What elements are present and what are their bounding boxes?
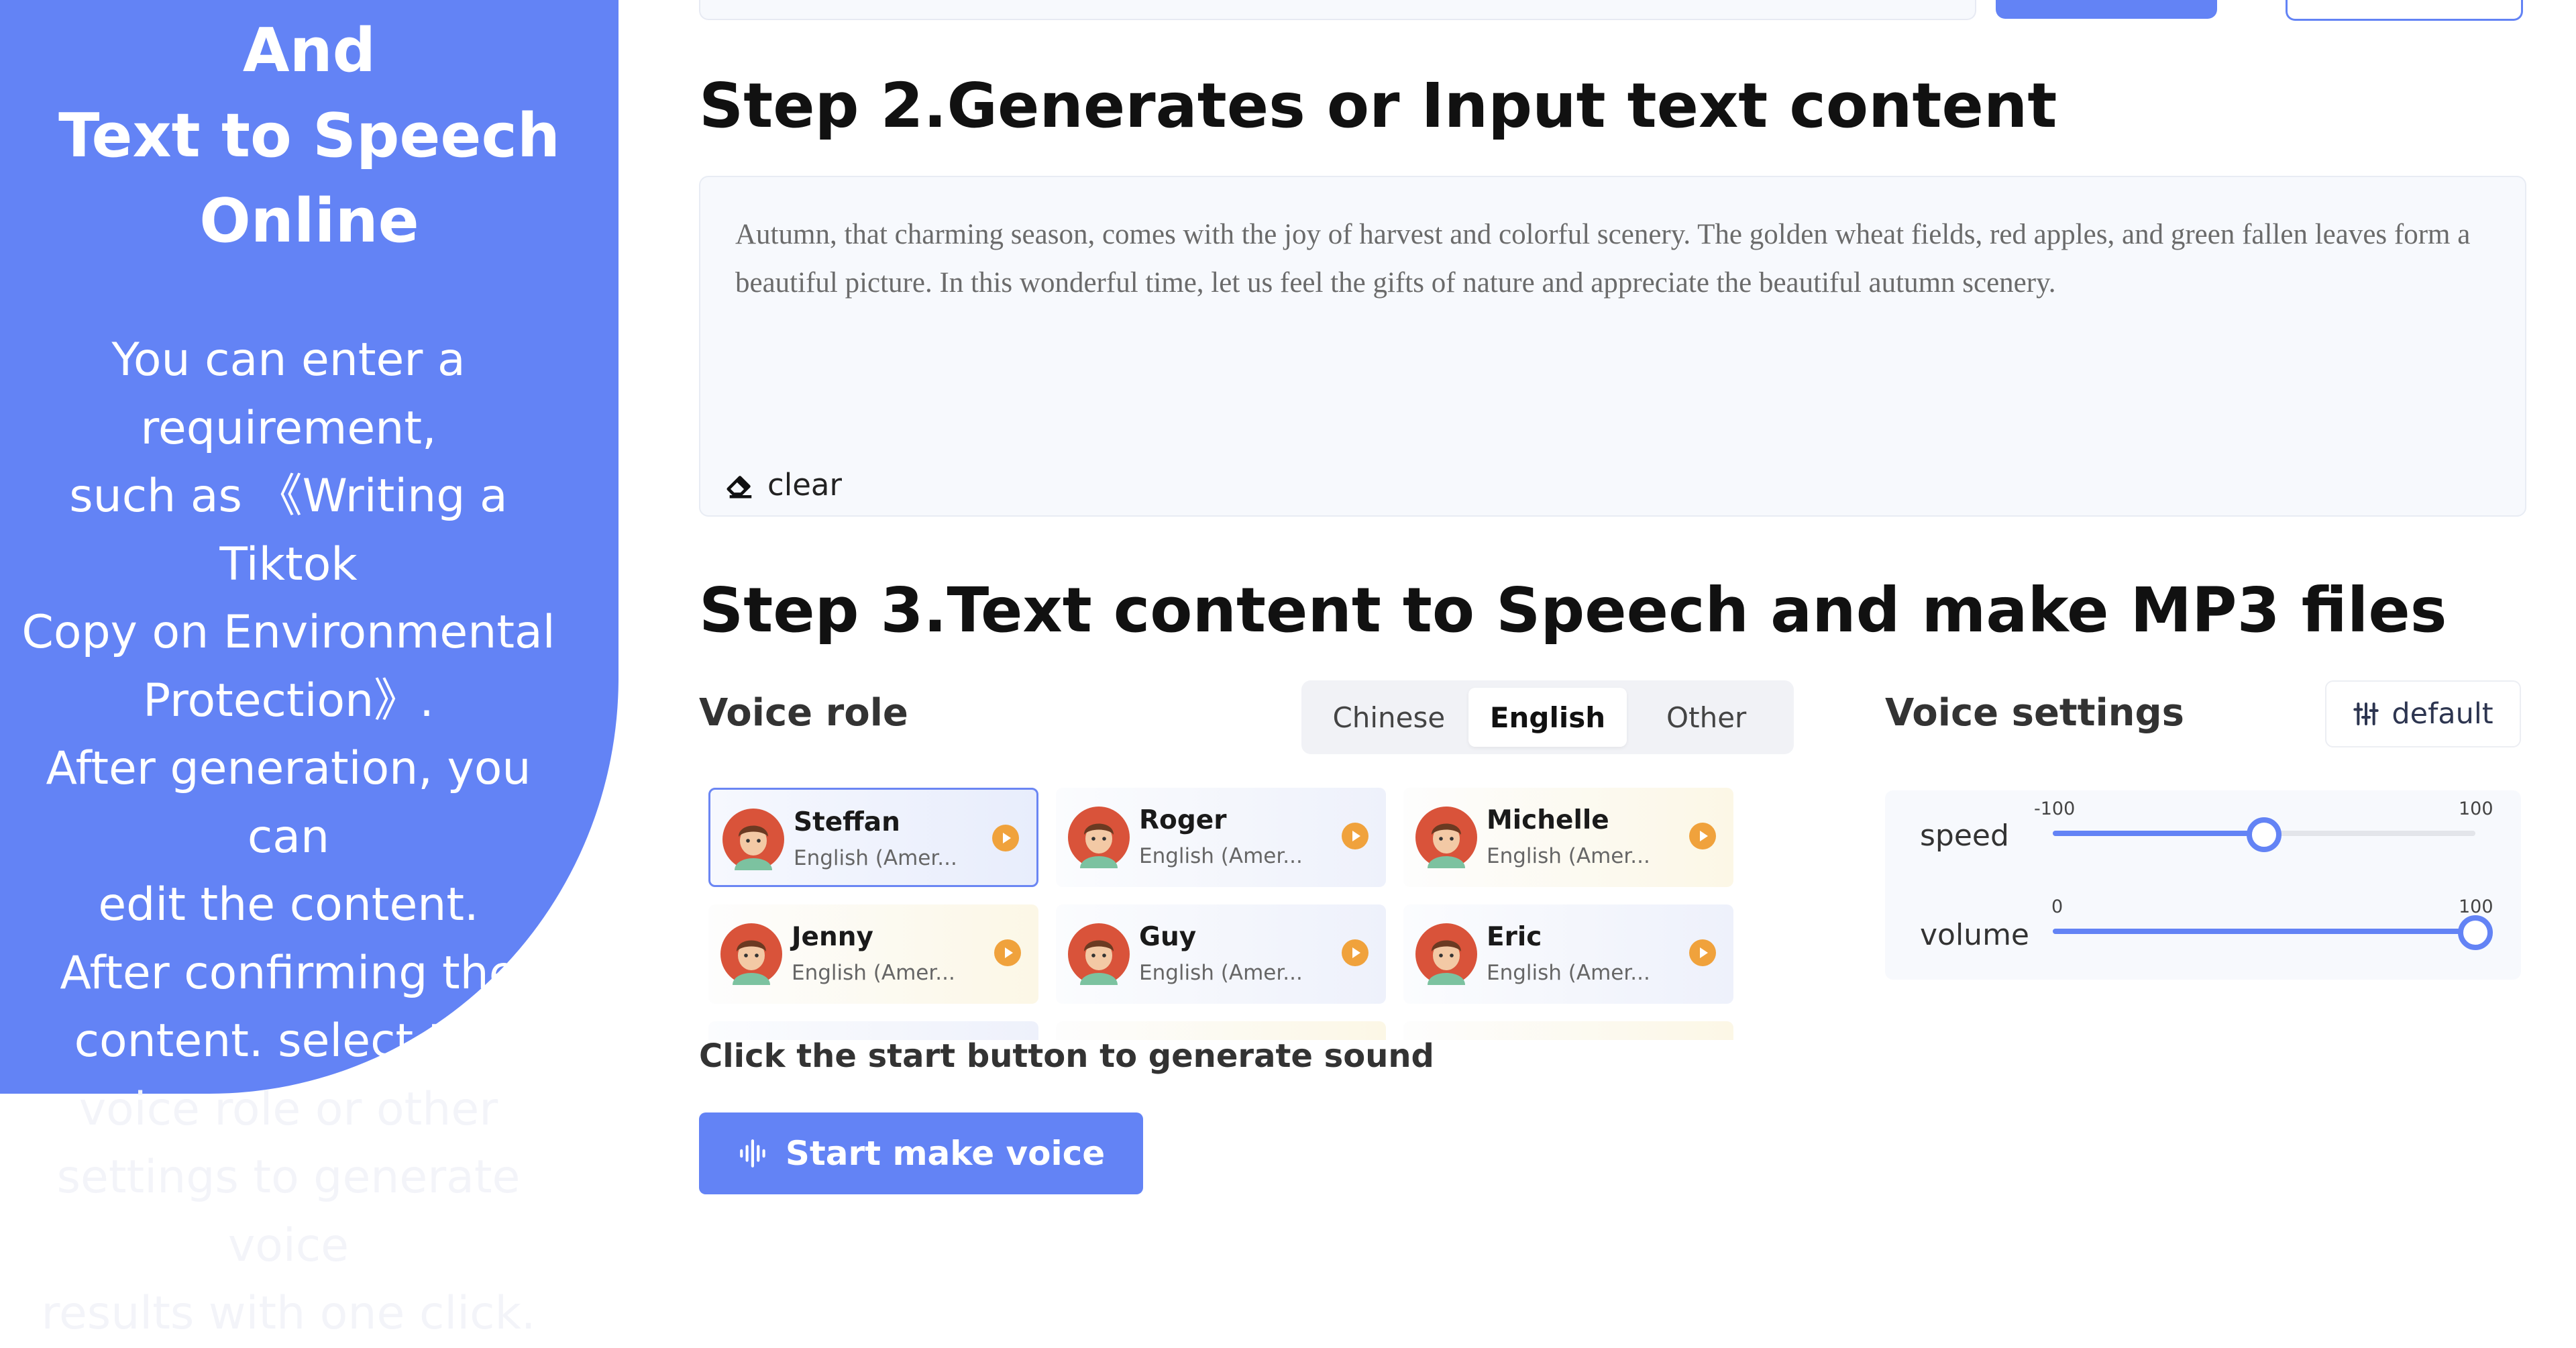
avatar-icon [1415, 807, 1477, 868]
avatar-icon [1068, 923, 1130, 985]
start-hint: Click the start button to generate sound [699, 1037, 1434, 1075]
voice-language: English (Amer... [1139, 844, 1303, 868]
banner-desc-line: results with one click. [41, 1287, 536, 1340]
banner-title-line: And [242, 15, 376, 86]
voice-language: English (Amer... [1139, 961, 1303, 985]
voice-role-label: Voice role [699, 691, 908, 735]
banner-desc-line: requirement, [140, 401, 437, 455]
banner-title-line: Text to Speech [58, 101, 560, 171]
speed-label: speed [1920, 819, 2009, 853]
banner-desc-line: voice [228, 1219, 349, 1272]
tab-other[interactable]: Other [1627, 688, 1786, 747]
banner-desc-line: voice role or other [78, 1082, 498, 1136]
voice-card-guy[interactable]: Guy English (Amer... [1056, 904, 1386, 1004]
default-label: default [2392, 697, 2493, 731]
banner-desc-line: After generation, you [46, 742, 531, 795]
play-icon[interactable] [994, 939, 1021, 966]
voice-card-michelle[interactable]: Michelle English (Amer... [1403, 788, 1733, 887]
step3-title: Step 3.Text content to Speech and make M… [699, 574, 2447, 646]
voice-name: Jenny [792, 922, 873, 952]
tab-english[interactable]: English [1468, 688, 1627, 747]
banner-desc-line: settings to generate [56, 1151, 521, 1204]
text-content-area[interactable]: Autumn, that charming season, comes with… [699, 176, 2526, 517]
banner-desc-line: After confirming the [60, 946, 517, 1000]
speed-slider-thumb[interactable] [2247, 817, 2282, 852]
speed-slider-fill [2053, 831, 2264, 836]
voice-settings-title: Voice settings [1885, 691, 2184, 735]
voice-name: Guy [1139, 922, 1197, 952]
clear-label: clear [767, 467, 843, 503]
banner-desc-line: Copy on Environmental [21, 606, 555, 659]
voice-card-jenny[interactable]: Jenny English (Amer... [708, 904, 1038, 1004]
banner-desc-line: such as 《Writing a [69, 470, 508, 523]
voice-card-roger[interactable]: Roger English (Amer... [1056, 788, 1386, 887]
volume-max: 100 [2459, 896, 2493, 917]
banner-title: And Text to Speech Online [0, 8, 619, 264]
top-input[interactable] [699, 0, 1976, 20]
banner-title-line: Online [199, 186, 419, 256]
speed-max: 100 [2459, 798, 2493, 819]
banner-desc-line: Tiktok [219, 537, 358, 591]
volume-min: 0 [2051, 896, 2063, 917]
avatar-icon [722, 809, 784, 870]
language-tabs: Chinese English Other [1301, 680, 1794, 754]
voice-name: Eric [1487, 922, 1542, 952]
voice-language: English (Amer... [1487, 961, 1650, 985]
voice-card-eric[interactable]: Eric English (Amer... [1403, 904, 1733, 1004]
play-icon[interactable] [1689, 823, 1716, 849]
play-icon[interactable] [1342, 939, 1368, 966]
sliders-icon [2353, 703, 2379, 725]
start-label: Start make voice [785, 1134, 1106, 1173]
start-make-voice-button[interactable]: Start make voice [699, 1112, 1143, 1194]
tab-chinese[interactable]: Chinese [1309, 688, 1468, 747]
voice-name: Steffan [794, 807, 900, 837]
voice-language: English (Amer... [794, 846, 957, 870]
eraser-icon [727, 475, 752, 499]
banner-desc-line: Protection》. [143, 674, 434, 727]
avatar-icon [1068, 807, 1130, 868]
top-secondary-button[interactable] [2286, 0, 2523, 21]
volume-slider[interactable] [2053, 915, 2493, 950]
step2-title: Step 2.Generates or Input text content [699, 70, 2057, 142]
avatar-icon [720, 923, 782, 985]
voice-card-partial[interactable] [1403, 1021, 1733, 1040]
banner-desc-line: edit the content. [98, 878, 479, 931]
voice-card-steffan[interactable]: Steffan English (Amer... [708, 788, 1038, 887]
speed-slider[interactable] [2053, 817, 2475, 852]
voice-settings-panel: speed -100 100 volume 0 100 [1885, 790, 2521, 980]
volume-slider-fill [2053, 929, 2475, 934]
banner-desc-line: You can enter a [111, 333, 466, 386]
default-settings-button[interactable]: default [2325, 680, 2521, 747]
sound-wave-icon [739, 1139, 765, 1168]
banner-desc-line: content. select the [74, 1015, 503, 1068]
clear-button[interactable]: clear [724, 467, 842, 503]
voice-language: English (Amer... [792, 961, 955, 985]
top-primary-button[interactable] [1996, 0, 2217, 19]
play-icon[interactable] [992, 825, 1019, 851]
play-icon[interactable] [1342, 823, 1368, 849]
voice-role-list: Steffan English (Amer... Roger English (… [704, 785, 1737, 1040]
volume-slider-thumb[interactable] [2458, 915, 2493, 950]
banner-desc-line: can [247, 810, 330, 864]
volume-label: volume [1920, 918, 2030, 952]
banner-description: You can enter a requirement, such as 《Wr… [0, 326, 577, 1348]
avatar-icon [1415, 923, 1477, 985]
voice-language: English (Amer... [1487, 844, 1650, 868]
voice-name: Roger [1139, 805, 1227, 835]
voice-name: Michelle [1487, 805, 1609, 835]
speed-min: -100 [2034, 798, 2076, 819]
text-content[interactable]: Autumn, that charming season, comes with… [735, 211, 2493, 307]
play-icon[interactable] [1689, 939, 1716, 966]
